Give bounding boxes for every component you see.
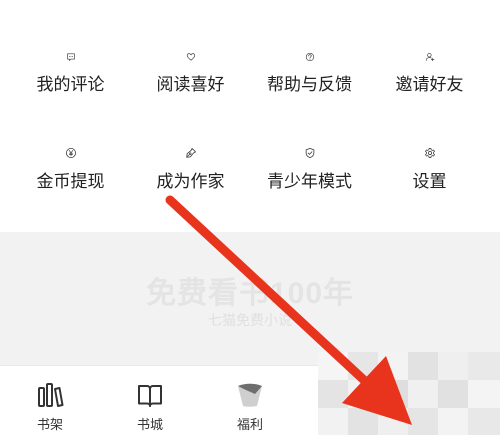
tab-label: 书架 (36, 417, 63, 432)
menu-item-label: 金币提现 (36, 172, 105, 192)
heart-icon (186, 53, 195, 61)
add-user-icon (425, 53, 434, 62)
menu-item-my-comments[interactable]: 我的评论 (8, 0, 133, 95)
banner-subtitle: 七猫免费小说 (208, 312, 292, 328)
bookshelf-icon (38, 383, 64, 407)
shield-check-icon (305, 148, 314, 158)
menu-item-label: 邀请好友 (395, 75, 464, 95)
pixelated-area (318, 352, 500, 435)
menu-item-label: 青少年模式 (267, 172, 352, 192)
book-icon (138, 385, 162, 407)
tab-label: 福利 (236, 417, 263, 432)
gear-icon (424, 148, 435, 158)
tab-bookstore[interactable]: 书城 (100, 366, 200, 436)
banner-title: 免费看书100年 (145, 277, 355, 310)
menu-item-settings[interactable]: 设置 (367, 97, 492, 192)
menu-item-teen-mode[interactable]: 青少年模式 (247, 97, 372, 192)
tab-bookshelf[interactable]: 书架 (0, 366, 100, 436)
coin-yen-icon (65, 148, 76, 158)
menu-item-label: 设置 (412, 172, 447, 192)
menu-item-invite-friends[interactable]: 邀请好友 (367, 0, 492, 95)
menu-item-label: 帮助与反馈 (267, 75, 352, 95)
menu-item-reading-preference[interactable]: 阅读喜好 (128, 0, 253, 95)
tab-welfare[interactable]: 福利 (200, 366, 300, 436)
menu-item-label: 成为作家 (156, 172, 225, 192)
pen-icon (185, 148, 196, 158)
menu-item-label: 我的评论 (36, 75, 105, 95)
menu-item-label: 阅读喜好 (156, 75, 225, 95)
welfare-icon (238, 383, 262, 407)
menu-item-help-feedback[interactable]: 帮助与反馈 (247, 0, 372, 95)
comment-icon (66, 53, 75, 61)
promo-banner[interactable]: 免费看书100年 七猫免费小说 (0, 232, 500, 365)
help-icon (305, 52, 314, 62)
feature-grid: 我的评论 阅读喜好 帮助与反馈 邀请好友 金币提现 成为作家 青少年模式 设置 (0, 0, 500, 232)
menu-item-coin-withdraw[interactable]: 金币提现 (8, 97, 133, 192)
tab-label: 书城 (136, 417, 163, 432)
menu-item-become-writer[interactable]: 成为作家 (128, 97, 253, 192)
